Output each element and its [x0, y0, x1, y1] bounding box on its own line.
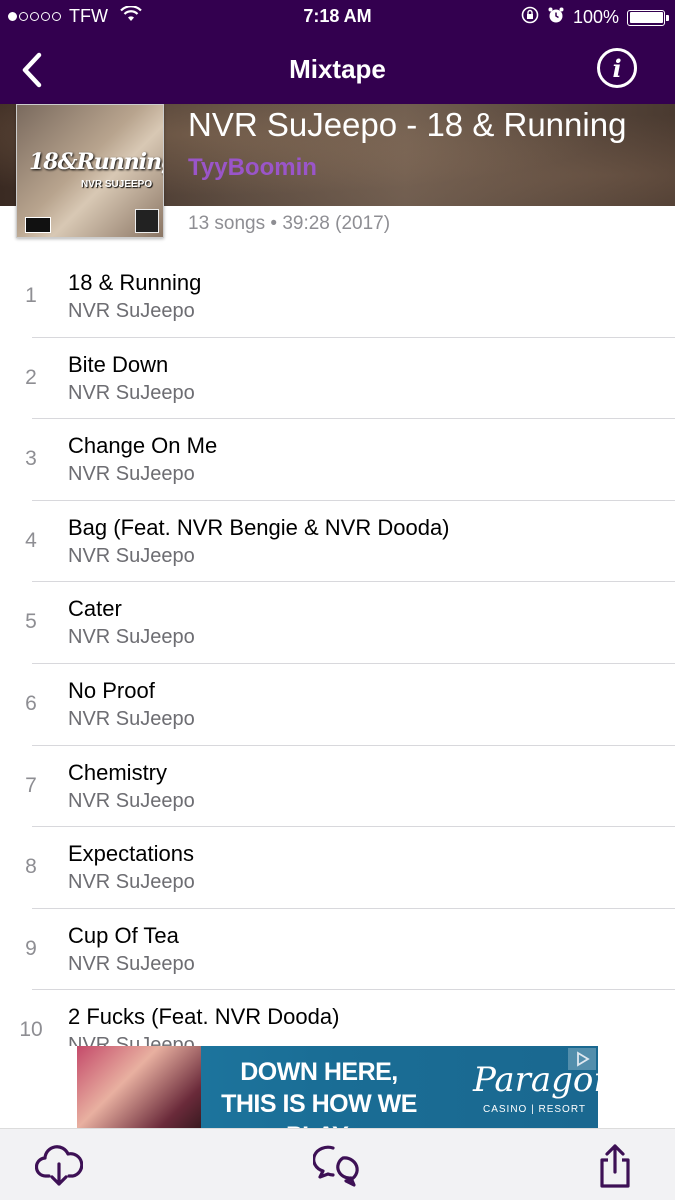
ad-headline: DOWN HERE, THIS IS HOW WE PLAY.: [209, 1056, 429, 1128]
status-bar: TFW 7:18 AM 100%: [0, 0, 675, 34]
track-number: 8: [25, 855, 37, 879]
track-number: 2: [25, 365, 37, 389]
track-row[interactable]: 5 Cater NVR SuJeepo: [0, 582, 675, 664]
nav-bar: Mixtape i: [0, 34, 675, 104]
cover-artist-text: NVR SUJEEPO: [81, 179, 153, 190]
track-number: 1: [25, 284, 37, 307]
uploader-link[interactable]: TyyBoomin: [188, 154, 317, 182]
track-artist: NVR SuJeepo: [68, 381, 195, 404]
track-title: Change On Me: [68, 433, 218, 459]
ad-photo: [77, 1046, 201, 1128]
track-number: 5: [25, 610, 37, 634]
track-list: 1 18 & Running NVR SuJeepo 2 Bite Down N…: [0, 256, 675, 1046]
track-title: No Proof: [68, 677, 155, 703]
track-title: Bag (Feat. NVR Bengie & NVR Dooda): [68, 514, 450, 540]
track-title: 2 Fucks (Feat. NVR Dooda): [68, 1004, 340, 1030]
track-title: Expectations: [68, 841, 194, 867]
track-row[interactable]: 6 No Proof NVR SuJeepo: [0, 664, 675, 746]
track-row[interactable]: 9 Cup Of Tea NVR SuJeepo: [0, 909, 675, 991]
track-row[interactable]: 1 18 & Running NVR SuJeepo: [0, 256, 675, 338]
track-artist: NVR SuJeepo: [68, 789, 195, 812]
album-title: NVR SuJeepo - 18 & Running: [188, 106, 627, 143]
track-artist: NVR SuJeepo: [68, 463, 195, 486]
orientation-lock-icon: [521, 6, 539, 29]
track-title: 18 & Running: [68, 270, 202, 295]
chat-bubbles-icon: [313, 1145, 359, 1187]
album-cover[interactable]: 18&Running NVR SUJEEPO: [16, 104, 164, 238]
track-number: 9: [25, 936, 37, 960]
track-artist: NVR SuJeepo: [68, 300, 195, 322]
ad-banner[interactable]: DOWN HERE, THIS IS HOW WE PLAY. Paragon …: [77, 1046, 598, 1128]
track-artist: NVR SuJeepo: [68, 626, 195, 649]
alarm-icon: [547, 6, 565, 29]
ad-brand-subtitle: CASINO | RESORT: [483, 1104, 586, 1115]
track-artist: NVR SuJeepo: [68, 871, 195, 894]
track-row[interactable]: 7 Chemistry NVR SuJeepo: [0, 746, 675, 828]
track-artist: NVR SuJeepo: [68, 544, 195, 567]
track-row[interactable]: 3 Change On Me NVR SuJeepo: [0, 419, 675, 501]
page-title: Mixtape: [289, 54, 386, 84]
track-row[interactable]: 8 Expectations NVR SuJeepo: [0, 827, 675, 909]
cover-title-text: 18&Running: [29, 149, 164, 175]
battery-icon: [627, 9, 669, 26]
share-button[interactable]: [590, 1141, 640, 1191]
battery-percent: 100%: [572, 7, 619, 27]
info-icon: i: [612, 53, 622, 83]
download-button[interactable]: [34, 1141, 84, 1191]
bottom-tab-bar: [0, 1128, 675, 1200]
track-number: 4: [25, 528, 37, 552]
track-row[interactable]: 4 Bag (Feat. NVR Bengie & NVR Dooda) NVR…: [0, 501, 675, 583]
track-title: Cup Of Tea: [68, 922, 179, 948]
ad-line-2: THIS IS HOW WE PLAY.: [221, 1090, 417, 1128]
ad-line-1: DOWN HERE,: [240, 1058, 398, 1086]
cloud-download-icon: [35, 1145, 83, 1186]
track-number: 10: [19, 1018, 43, 1042]
parental-advisory-icon: [25, 217, 51, 233]
track-artist: NVR SuJeepo: [68, 952, 195, 975]
comments-button[interactable]: [312, 1141, 362, 1191]
track-number: 6: [25, 691, 37, 715]
cover-badge-icon: [135, 209, 159, 233]
status-right: 100%: [521, 6, 669, 29]
track-row[interactable]: 10 2 Fucks (Feat. NVR Dooda) NVR SuJeepo: [0, 990, 675, 1046]
share-icon: [600, 1144, 630, 1188]
track-artist: NVR SuJeepo: [68, 1034, 195, 1046]
info-button[interactable]: i: [597, 48, 637, 88]
track-title: Cater: [68, 596, 122, 622]
track-number: 3: [25, 447, 37, 471]
track-row[interactable]: 2 Bite Down NVR SuJeepo: [0, 338, 675, 420]
ad-choices-icon[interactable]: [568, 1048, 596, 1070]
track-title: Chemistry: [68, 759, 168, 785]
track-artist: NVR SuJeepo: [68, 707, 195, 730]
album-meta: 13 songs • 39:28 (2017): [188, 213, 391, 234]
track-number: 7: [25, 773, 37, 797]
track-title: Bite Down: [68, 351, 169, 377]
